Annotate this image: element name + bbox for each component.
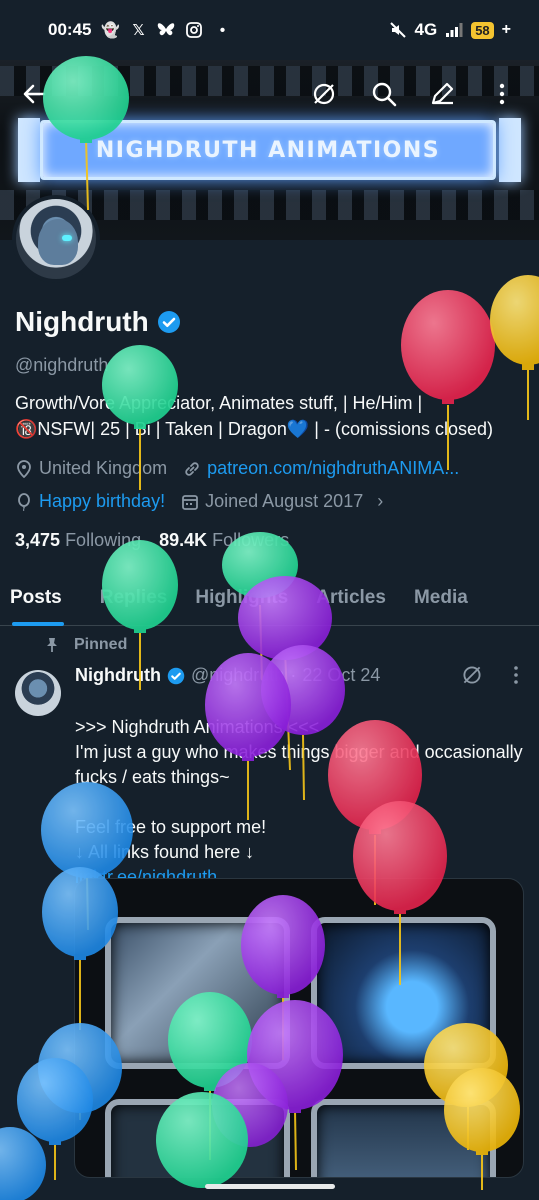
calendar-icon [182, 494, 198, 510]
pinned-label: Pinned [74, 636, 128, 653]
battery-indicator: 58 [471, 21, 494, 39]
more-vertical-icon [499, 83, 505, 105]
tab-highlights[interactable]: Highlights [181, 570, 302, 626]
avatar-eye [62, 235, 72, 241]
chevron-right-icon: › [377, 491, 384, 511]
location-pin-icon [17, 459, 31, 478]
following-stat[interactable]: 3,475 Following [15, 530, 141, 551]
x-icon: 𝕏 [132, 22, 145, 39]
back-button[interactable] [16, 76, 52, 112]
gesture-nav-bar[interactable] [205, 1184, 335, 1189]
notification-dot-icon: • [219, 21, 226, 39]
verified-badge-icon [157, 311, 180, 333]
tab-posts-label: Posts [10, 586, 62, 608]
grok-button[interactable] [306, 76, 342, 112]
snapchat-icon: 👻 [101, 22, 120, 39]
profile-tabs: Posts Replies Highlights Articles Media [0, 570, 539, 626]
birthday[interactable]: Happy birthday! [15, 491, 165, 512]
post-author-name[interactable]: Nighdruth [75, 665, 161, 686]
birthday-text[interactable]: Happy birthday! [39, 491, 165, 512]
followers-label: Followers [212, 530, 290, 550]
balloon-blue [0, 1127, 46, 1200]
more-vertical-icon[interactable] [507, 664, 525, 686]
profile-meta-row-1: United Kingdom patreon.com/nighdruthANIM… [15, 458, 459, 479]
profile-meta-row-2: Happy birthday! Joined August 2017 › [15, 491, 383, 512]
media-panel [311, 917, 496, 1069]
bluesky-icon [157, 21, 175, 39]
post-date[interactable]: 22 Oct 24 [302, 665, 380, 686]
back-arrow-icon [23, 84, 46, 104]
pin-icon [47, 638, 57, 652]
signal-icon [445, 21, 463, 39]
display-name-text: Nighdruth [15, 306, 149, 337]
status-bar: 00:45 👻 𝕏 • 4G 58 + [0, 0, 539, 60]
grok-icon[interactable] [461, 664, 483, 686]
banner-title: NIGHDRUTH ANIMATIONS [95, 137, 441, 163]
media-panel [105, 1099, 290, 1177]
banner-light-right [499, 118, 521, 182]
network-type: 4G [414, 20, 438, 39]
status-time: 00:45 [48, 20, 92, 39]
banner-light-left [18, 118, 40, 182]
pinned-indicator: Pinned [44, 636, 127, 654]
post-header: Nighdruth @nighdruth · 22 Oct 24 [75, 665, 380, 686]
post-text: >>> Nighdruth Animations <<< I'm just a … [75, 717, 523, 862]
balloon-icon [18, 492, 30, 511]
bio-line-2: 🔞NSFW| 25 | Bi | Taken | Dragon💙 | - (co… [15, 419, 494, 439]
banner-sign: NIGHDRUTH ANIMATIONS [40, 120, 496, 180]
joined-text: Joined August 2017 [205, 491, 364, 511]
tab-posts[interactable]: Posts [0, 570, 76, 626]
tab-articles[interactable]: Articles [302, 570, 400, 626]
charging-icon: + [501, 21, 511, 38]
following-count: 3,475 [15, 530, 61, 550]
instagram-icon [185, 21, 203, 39]
avatar-face [38, 219, 78, 265]
website[interactable]: patreon.com/nighdruthANIMA... [183, 458, 459, 479]
post-author-avatar[interactable] [15, 670, 61, 716]
followers-count: 89.4K [159, 530, 208, 550]
mute-icon [389, 21, 407, 39]
tab-highlights-label: Highlights [195, 586, 289, 608]
post-actions [461, 664, 525, 686]
post-author-handle[interactable]: @nighdruth [191, 665, 284, 686]
edit-button[interactable] [424, 76, 460, 112]
display-name: Nighdruth [15, 306, 181, 338]
tab-replies[interactable]: Replies [86, 570, 182, 626]
verified-badge-icon [167, 667, 185, 684]
profile-avatar[interactable] [12, 195, 100, 283]
location-text: United Kingdom [39, 458, 168, 478]
post-separator: · [290, 665, 297, 685]
joined-date[interactable]: Joined August 2017 › [181, 491, 383, 512]
more-options-button[interactable] [484, 76, 520, 112]
media-panel [311, 1099, 496, 1177]
tab-replies-label: Replies [99, 586, 168, 608]
top-action-bar [0, 76, 539, 112]
follow-stats: 3,475 Following 89.4K Followers [15, 530, 289, 551]
search-button[interactable] [366, 76, 402, 112]
following-label: Following [65, 530, 142, 550]
balloon-red [401, 290, 495, 470]
search-icon [372, 82, 397, 107]
followers-stat[interactable]: 89.4K Followers [159, 530, 289, 551]
bio-line-1: Growth/Vore Appreciator, Animates stuff,… [15, 393, 423, 413]
pencil-icon [431, 82, 454, 105]
location: United Kingdom [15, 458, 167, 479]
post-media-image[interactable] [74, 878, 524, 1178]
website-link[interactable]: patreon.com/nighdruthANIMA... [207, 458, 459, 479]
tab-media-label: Media [413, 586, 468, 608]
media-panel [105, 917, 290, 1069]
link-icon [185, 461, 199, 476]
grok-icon [313, 83, 335, 105]
tab-articles-label: Articles [316, 586, 386, 608]
profile-bio: Growth/Vore Appreciator, Animates stuff,… [15, 390, 530, 442]
tab-media[interactable]: Media [400, 570, 482, 626]
profile-handle: @nighdruth [15, 355, 109, 375]
